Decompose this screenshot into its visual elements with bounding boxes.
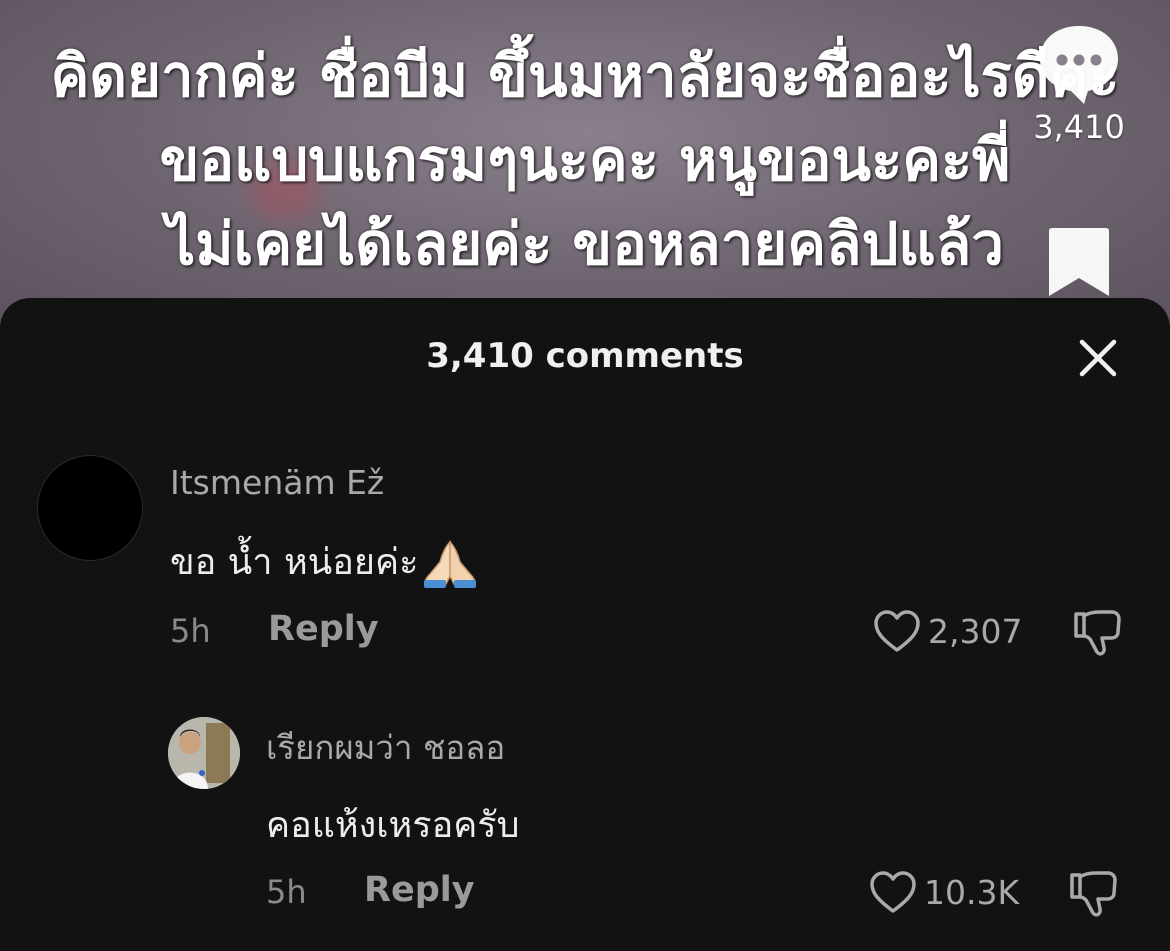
- comment-count: 3,410: [1033, 108, 1125, 146]
- speech-bubble-icon: [1039, 26, 1118, 104]
- close-icon: [1079, 339, 1117, 377]
- video-caption: คิดยากค่ะ ชื่อบีม ขึ้นมหาลัยจะชื่ออะไรดี…: [0, 34, 1170, 286]
- comment-text-content: ขอ น้ำ หน่อยค่ะ: [170, 542, 419, 583]
- comments-sheet: 3,410 comments Itsmenäm Ež ขอ น้ำ หน่อยค…: [0, 298, 1170, 951]
- video-player[interactable]: คิดยากค่ะ ชื่อบีม ขึ้นมหาลัยจะชื่ออะไรดี…: [0, 0, 1170, 330]
- comment-text-content: คอแห้งเหรอครับ: [266, 805, 520, 846]
- like-count: 2,307: [928, 611, 1023, 651]
- like-button[interactable]: 10.3K: [868, 869, 1019, 915]
- reply-button[interactable]: Reply: [268, 609, 379, 649]
- side-action-bar: 3,410: [1024, 22, 1134, 304]
- thumbs-down-icon: [1070, 871, 1117, 917]
- comment-text: คอแห้งเหรอครับ: [266, 796, 519, 853]
- comment-time: 5h: [170, 612, 211, 650]
- reply-button[interactable]: Reply: [364, 870, 475, 910]
- heart-icon: [874, 610, 920, 652]
- like-button[interactable]: 2,307: [872, 608, 1022, 654]
- comment-text: ขอ น้ำ หน่อยค่ะ: [170, 533, 480, 590]
- caption-line-2: ขอแบบแกรมๆนะคะ หนูขอนะคะพี่: [159, 126, 1011, 194]
- comment-username[interactable]: เรียกผมว่า ชอลอ: [266, 721, 505, 774]
- comment-time: 5h: [266, 873, 307, 911]
- dislike-button[interactable]: [1068, 869, 1120, 923]
- comment-username[interactable]: Itsmenäm Ež: [170, 463, 384, 502]
- dislike-button[interactable]: [1072, 608, 1124, 662]
- caption-line-3: ไม่เคยได้เลยค่ะ ขอหลายคลิปแล้ว: [166, 210, 1004, 278]
- comments-sheet-title: 3,410 comments: [426, 336, 744, 376]
- heart-icon: [870, 871, 916, 913]
- caption-line-1: คิดยากค่ะ ชื่อบีม ขึ้นมหาลัยจะชื่ออะไรดี…: [50, 42, 1120, 110]
- avatar[interactable]: [38, 456, 142, 560]
- folded-hands-icon: [424, 539, 477, 588]
- bookmark-icon: [1049, 228, 1109, 296]
- close-button[interactable]: [1078, 338, 1118, 378]
- comment-action-button[interactable]: 3,410: [1033, 22, 1125, 146]
- profile-photo: [168, 717, 240, 789]
- avatar[interactable]: [168, 717, 240, 789]
- thumbs-down-icon: [1074, 610, 1121, 656]
- like-count: 10.3K: [924, 872, 1020, 912]
- bookmark-button[interactable]: [1046, 224, 1112, 304]
